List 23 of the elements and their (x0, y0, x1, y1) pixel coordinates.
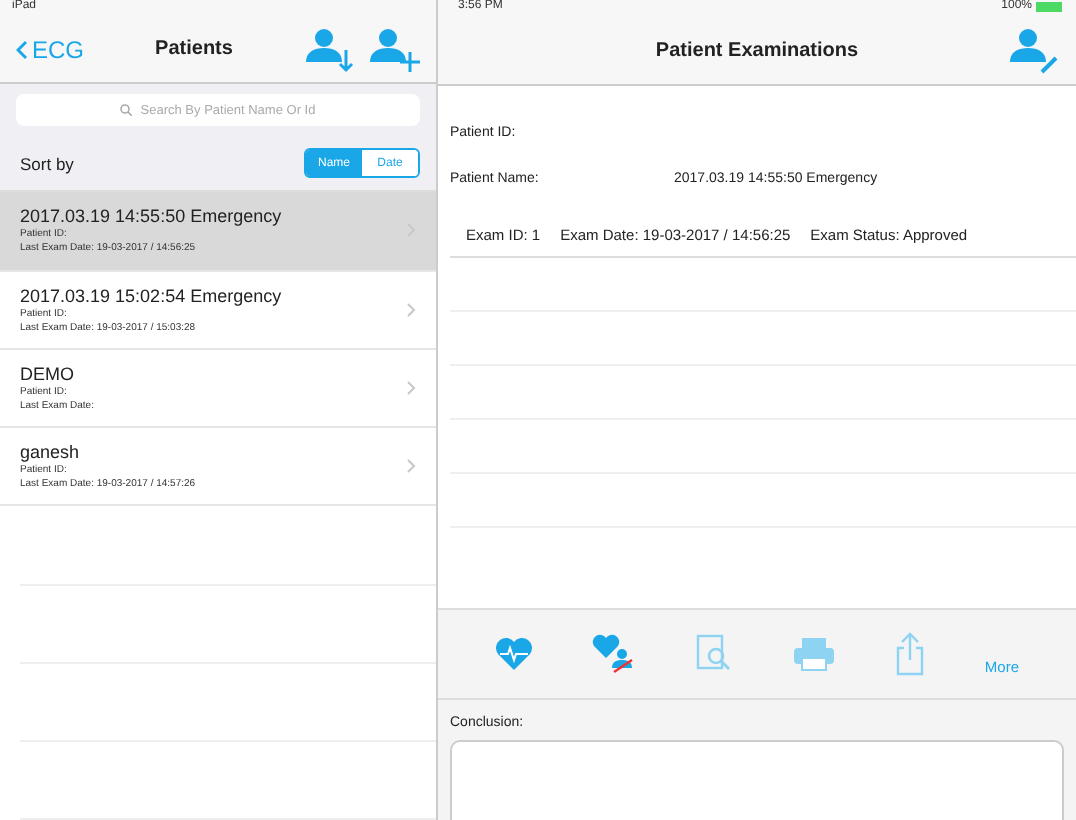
patient-name: DEMO (20, 364, 76, 385)
back-button[interactable]: ECG (16, 35, 85, 64)
edit-user-icon[interactable] (1008, 26, 1060, 74)
patient-name: 2017.03.19 15:02:54 Emergency (20, 285, 284, 306)
sort-label: Sort by (20, 153, 74, 174)
examinations-title: Patient Examinations (653, 39, 861, 61)
chevron-icon (406, 458, 416, 475)
search-icon (120, 104, 133, 117)
heart-user-icon[interactable] (592, 634, 637, 674)
chevron-icon (406, 301, 416, 318)
chevron-icon (406, 380, 416, 397)
add-user-icon[interactable] (368, 25, 420, 74)
conclusion-field[interactable] (450, 740, 1064, 820)
patients-title: Patients (153, 38, 235, 61)
share-icon[interactable] (894, 632, 927, 676)
import-user-icon[interactable] (304, 25, 356, 74)
heart-pulse-icon[interactable] (494, 636, 535, 672)
document-search-icon[interactable] (694, 634, 735, 674)
battery-icon (1036, 2, 1064, 12)
patient-name: ganesh (20, 442, 82, 463)
patient-name: 2017.03.19 14:55:50 Emergency (20, 206, 284, 227)
printer-icon[interactable] (792, 636, 837, 672)
chevron-left-icon (16, 39, 28, 60)
